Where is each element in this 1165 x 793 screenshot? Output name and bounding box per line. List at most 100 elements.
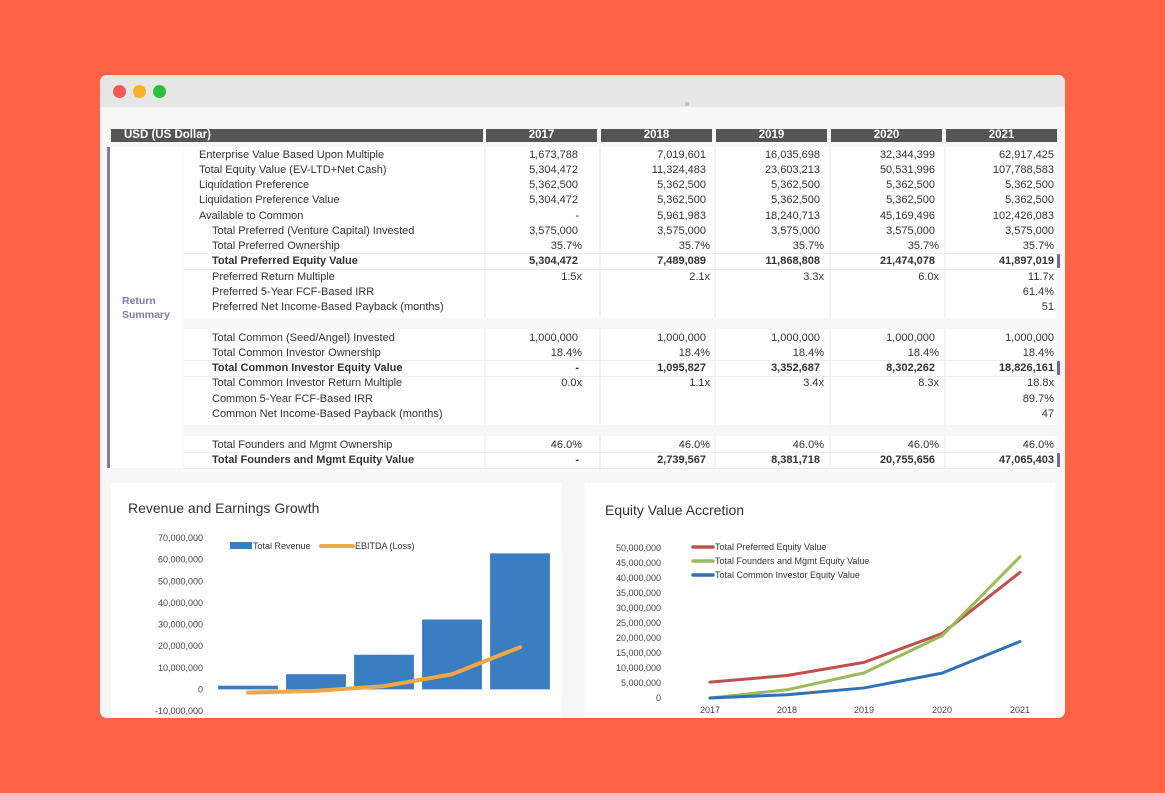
revenue-bar xyxy=(490,553,550,690)
y-tick-label: 50,000,000 xyxy=(158,576,203,586)
table-cell[interactable]: 3.3x xyxy=(714,270,824,285)
table-cell[interactable]: 41,897,019 xyxy=(944,254,1054,269)
row-label: Total Common Investor Ownership xyxy=(212,347,381,359)
table-cell[interactable]: 11,324,483 xyxy=(596,163,706,178)
table-cell[interactable]: 0.0x xyxy=(472,376,582,391)
table-cell[interactable]: - xyxy=(469,361,579,376)
table-cell[interactable]: 2,739,567 xyxy=(596,453,706,468)
table-cell[interactable]: 3,575,000 xyxy=(468,224,578,239)
table-cell[interactable]: 23,603,213 xyxy=(710,163,820,178)
table-cell[interactable]: 5,961,983 xyxy=(596,209,706,224)
table-cell[interactable]: 20,755,656 xyxy=(825,453,935,468)
table-cell[interactable]: 5,362,500 xyxy=(596,193,706,208)
table-cell[interactable]: 46.0% xyxy=(829,438,939,453)
table-cell[interactable]: - xyxy=(469,209,579,224)
table-cell[interactable]: 1,673,788 xyxy=(468,148,578,163)
table-cell[interactable]: 5,362,500 xyxy=(468,178,578,193)
table-cell[interactable]: 7,019,601 xyxy=(596,148,706,163)
y-tick-label: -10,000,000 xyxy=(155,706,203,716)
table-cell[interactable]: 50,531,996 xyxy=(825,163,935,178)
minimize-button[interactable] xyxy=(133,85,146,98)
table-cell[interactable]: 5,362,500 xyxy=(710,178,820,193)
table-cell[interactable]: 5,362,500 xyxy=(596,178,706,193)
table-cell[interactable]: 47,065,403 xyxy=(944,453,1054,468)
table-cell[interactable]: 1,000,000 xyxy=(468,331,578,346)
table-cell[interactable]: 6.0x xyxy=(829,270,939,285)
table-cell[interactable]: 8,302,262 xyxy=(825,361,935,376)
table-cell[interactable]: 1,000,000 xyxy=(596,331,706,346)
table-cell[interactable]: 5,362,500 xyxy=(825,193,935,208)
table-cell[interactable]: 107,788,583 xyxy=(944,163,1054,178)
table-cell[interactable]: 1,000,000 xyxy=(825,331,935,346)
table-cell[interactable]: 35.7% xyxy=(472,239,582,254)
table-cell[interactable]: 61.4% xyxy=(944,285,1054,300)
legend-swatch-revenue xyxy=(230,542,252,549)
table-cell[interactable]: 3,575,000 xyxy=(944,224,1054,239)
y-tick-label: 0 xyxy=(198,684,203,694)
row-label: Total Common Investor Equity Value xyxy=(212,362,403,374)
table-cell[interactable]: 35.7% xyxy=(714,239,824,254)
table-cell[interactable]: 8,381,718 xyxy=(710,453,820,468)
table-cell[interactable]: 46.0% xyxy=(472,438,582,453)
table-cell[interactable]: - xyxy=(469,453,579,468)
table-cell[interactable]: 21,474,078 xyxy=(825,254,935,269)
table-cell[interactable]: 5,304,472 xyxy=(468,254,578,269)
table-cell[interactable]: 62,917,425 xyxy=(944,148,1054,163)
table-cell[interactable]: 18.4% xyxy=(472,346,582,361)
close-button[interactable] xyxy=(113,85,126,98)
legend-label: Total Common Investor Equity Value xyxy=(715,570,860,580)
y-tick-label: 20,000,000 xyxy=(158,641,203,651)
legend-label: Total Preferred Equity Value xyxy=(715,542,826,552)
table-cell[interactable]: 2.1x xyxy=(600,270,710,285)
table-cell[interactable]: 3,575,000 xyxy=(710,224,820,239)
table-cell[interactable]: 5,362,500 xyxy=(710,193,820,208)
table-cell[interactable]: 3,352,687 xyxy=(710,361,820,376)
table-cell[interactable]: 8.3x xyxy=(829,376,939,391)
y-tick-label: 30,000,000 xyxy=(616,603,661,613)
table-cell[interactable]: 11.7x xyxy=(944,270,1054,285)
table-cell[interactable]: 35.7% xyxy=(944,239,1054,254)
section-accent-bar xyxy=(107,147,110,468)
table-cell[interactable]: 51 xyxy=(944,300,1054,315)
table-cell[interactable]: 5,362,500 xyxy=(944,178,1054,193)
table-cell[interactable]: 5,362,500 xyxy=(944,193,1054,208)
table-cell[interactable]: 18.4% xyxy=(714,346,824,361)
table-cell[interactable]: 35.7% xyxy=(600,239,710,254)
table-cell[interactable]: 5,304,472 xyxy=(468,163,578,178)
table-cell[interactable]: 7,489,089 xyxy=(596,254,706,269)
table-cell[interactable]: 45,169,496 xyxy=(825,209,935,224)
table-cell[interactable]: 16,035,698 xyxy=(710,148,820,163)
maximize-button[interactable] xyxy=(153,85,166,98)
table-cell[interactable]: 3,575,000 xyxy=(825,224,935,239)
table-cell[interactable]: 35.7% xyxy=(829,239,939,254)
table-cell[interactable]: 18.4% xyxy=(829,346,939,361)
table-cell[interactable]: 47 xyxy=(944,407,1054,422)
y-tick-label: 20,000,000 xyxy=(616,633,661,643)
table-cell[interactable]: 18,826,161 xyxy=(944,361,1054,376)
table-cell[interactable]: 89.7% xyxy=(944,392,1054,407)
table-cell[interactable]: 1,095,827 xyxy=(596,361,706,376)
row-label: Enterprise Value Based Upon Multiple xyxy=(199,149,385,161)
table-cell[interactable]: 3,575,000 xyxy=(596,224,706,239)
table-cell[interactable]: 1,000,000 xyxy=(710,331,820,346)
x-tick-label: 2018 xyxy=(777,705,797,715)
y-tick-label: 25,000,000 xyxy=(616,618,661,628)
table-cell[interactable]: 5,304,472 xyxy=(468,193,578,208)
table-cell[interactable]: 5,362,500 xyxy=(825,178,935,193)
table-cell[interactable]: 18,240,713 xyxy=(710,209,820,224)
table-cell[interactable]: 18.4% xyxy=(600,346,710,361)
table-cell[interactable]: 3.4x xyxy=(714,376,824,391)
table-cell[interactable]: 1.5x xyxy=(472,270,582,285)
table-cell[interactable]: 11,868,808 xyxy=(710,254,820,269)
table-cell[interactable]: 1,000,000 xyxy=(944,331,1054,346)
table-cell[interactable]: 1.1x xyxy=(600,376,710,391)
y-tick-label: 5,000,000 xyxy=(621,678,661,688)
y-tick-label: 0 xyxy=(656,693,661,703)
table-cell[interactable]: 18.4% xyxy=(944,346,1054,361)
table-cell[interactable]: 46.0% xyxy=(714,438,824,453)
table-cell[interactable]: 46.0% xyxy=(944,438,1054,453)
table-cell[interactable]: 32,344,399 xyxy=(825,148,935,163)
table-cell[interactable]: 46.0% xyxy=(600,438,710,453)
table-cell[interactable]: 18.8x xyxy=(944,376,1054,391)
table-cell[interactable]: 102,426,083 xyxy=(944,209,1054,224)
